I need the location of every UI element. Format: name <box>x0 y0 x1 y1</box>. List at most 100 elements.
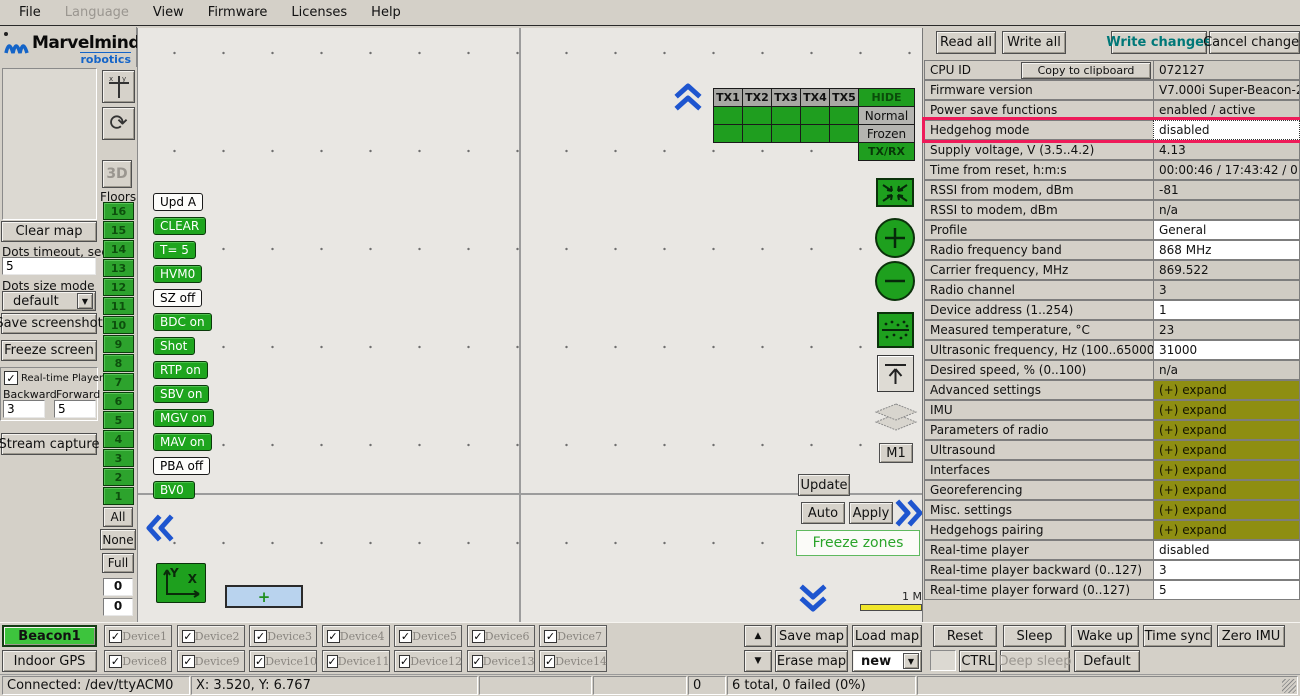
device-checkbox[interactable]: ✓ <box>254 630 267 643</box>
chevron-right-icon[interactable] <box>895 499 923 527</box>
device-toggle-device2[interactable]: ✓Device2 <box>177 625 245 647</box>
map-canvas[interactable]: Upd ACLEART= 5HVM0SZ offBDC onShotRTP on… <box>137 28 922 622</box>
device-checkbox[interactable]: ✓ <box>254 655 265 668</box>
device-checkbox[interactable]: ✓ <box>109 655 122 668</box>
apply-button[interactable]: Apply <box>849 502 893 524</box>
device-toggle-device3[interactable]: ✓Device3 <box>249 625 317 647</box>
map-toggle-hvm0[interactable]: HVM0 <box>153 265 202 283</box>
map-toggle-clear[interactable]: CLEAR <box>153 217 206 235</box>
param-value[interactable]: 31000 <box>1153 340 1300 360</box>
device-checkbox[interactable]: ✓ <box>472 630 485 643</box>
tx-cell[interactable] <box>800 106 830 125</box>
dots-timeout-input[interactable] <box>2 257 96 275</box>
param-expand-button[interactable]: (+) expand <box>1153 500 1300 520</box>
menu-item-file[interactable]: File <box>8 2 52 23</box>
floor-button-14[interactable]: 14 <box>103 240 134 258</box>
rotate-icon[interactable]: ⟳ <box>102 107 135 140</box>
param-expand-button[interactable]: (+) expand <box>1153 480 1300 500</box>
param-value[interactable]: enabled / active <box>1153 100 1300 120</box>
floor-button-7[interactable]: 7 <box>103 373 134 391</box>
write-changes-button[interactable]: Write changes <box>1111 31 1207 54</box>
map-toggle-mgv-on[interactable]: MGV on <box>153 409 214 427</box>
zoom-in-icon[interactable] <box>875 218 915 258</box>
backward-input[interactable] <box>3 400 45 418</box>
floors-all-button[interactable]: All <box>103 507 133 527</box>
device-checkbox[interactable]: ✓ <box>327 655 338 668</box>
device-toggle-device4[interactable]: ✓Device4 <box>322 625 390 647</box>
floor-button-15[interactable]: 15 <box>103 221 134 239</box>
device-toggle-device8[interactable]: ✓Device8 <box>104 650 172 672</box>
read-all-button[interactable]: Read all <box>936 31 996 54</box>
ctrl-button[interactable]: CTRL <box>959 650 997 672</box>
tx-header-tx4[interactable]: TX4 <box>800 88 830 107</box>
param-expand-button[interactable]: (+) expand <box>1153 460 1300 480</box>
tx-header-tx2[interactable]: TX2 <box>742 88 772 107</box>
param-value[interactable]: disabled <box>1153 120 1300 140</box>
param-value[interactable]: 869.522 <box>1153 260 1300 280</box>
floor-button-10[interactable]: 10 <box>103 316 134 334</box>
device-toggle-device5[interactable]: ✓Device5 <box>394 625 462 647</box>
map-toggle-rtp-on[interactable]: RTP on <box>153 361 208 379</box>
zero-imu-button[interactable]: Zero IMU <box>1217 625 1285 647</box>
map-toggle-mav-on[interactable]: MAV on <box>153 433 212 451</box>
write-all-button[interactable]: Write all <box>1002 31 1066 54</box>
map-toggle-t-5[interactable]: T= 5 <box>153 241 196 259</box>
floor-button-2[interactable]: 2 <box>103 468 134 486</box>
floors-full-button[interactable]: Full <box>102 553 134 573</box>
param-value[interactable]: 5 <box>1153 580 1300 600</box>
dots-display-icon[interactable] <box>877 312 914 348</box>
fit-to-screen-icon[interactable] <box>876 178 914 207</box>
param-value[interactable]: V7.000i Super-Beacon-2 <box>1153 80 1300 100</box>
device-toggle-device9[interactable]: ✓Device9 <box>177 650 245 672</box>
map-select[interactable]: new ▼ <box>852 650 922 672</box>
chevron-up-icon[interactable] <box>674 83 702 111</box>
device-checkbox[interactable]: ✓ <box>399 630 412 643</box>
erase-map-button[interactable]: Erase map <box>775 650 848 672</box>
forward-input[interactable] <box>54 400 96 418</box>
floor-button-11[interactable]: 11 <box>103 297 134 315</box>
scroll-up-button[interactable]: ▲ <box>744 625 772 647</box>
wake-up-button[interactable]: Wake up <box>1071 625 1139 647</box>
tx-cell[interactable] <box>713 124 743 143</box>
menu-item-firmware[interactable]: Firmware <box>197 2 279 23</box>
param-value[interactable]: 4.13 <box>1153 140 1300 160</box>
floor-button-3[interactable]: 3 <box>103 449 134 467</box>
floors-none-button[interactable]: None <box>100 529 136 550</box>
tx-cell[interactable] <box>829 124 859 143</box>
chevron-down-icon[interactable] <box>799 584 827 612</box>
map-toggle-bv0[interactable]: BV0 <box>153 481 195 499</box>
param-value[interactable]: n/a <box>1153 360 1300 380</box>
3d-button[interactable]: 3D <box>102 160 132 188</box>
cancel-changes-button[interactable]: Cancel changes <box>1209 31 1300 54</box>
device-checkbox[interactable]: ✓ <box>182 630 195 643</box>
device-checkbox[interactable]: ✓ <box>472 655 483 668</box>
device-checkbox[interactable]: ✓ <box>544 655 555 668</box>
deep-sleep-button[interactable]: Deep sleep <box>1000 650 1070 672</box>
floor-button-6[interactable]: 6 <box>103 392 134 410</box>
param-value[interactable]: -81 <box>1153 180 1300 200</box>
tx-row-frozen[interactable]: Frozen <box>858 124 915 143</box>
menu-item-licenses[interactable]: Licenses <box>280 2 358 23</box>
save-screenshot-button[interactable]: Save screenshot <box>1 313 97 334</box>
scroll-down-button[interactable]: ▼ <box>744 650 772 672</box>
floor-counter-2[interactable]: 0 <box>103 598 133 616</box>
floor-button-5[interactable]: 5 <box>103 411 134 429</box>
tx-header-tx1[interactable]: TX1 <box>713 88 743 107</box>
tx-row-normal[interactable]: Normal <box>858 106 915 125</box>
tx-cell[interactable] <box>742 124 772 143</box>
param-expand-button[interactable]: (+) expand <box>1153 400 1300 420</box>
param-expand-button[interactable]: (+) expand <box>1153 380 1300 400</box>
floor-counter-1[interactable]: 0 <box>103 578 133 596</box>
layers-icon[interactable] <box>874 402 918 436</box>
auto-button[interactable]: Auto <box>801 502 845 524</box>
xy-axes-icon[interactable]: xy <box>102 70 135 103</box>
submit-map-icon[interactable] <box>877 355 914 392</box>
map-toggle-upd-a[interactable]: Upd A <box>153 193 203 211</box>
menu-item-view[interactable]: View <box>142 2 195 23</box>
realtime-player-checkbox[interactable]: ✓ <box>4 371 18 385</box>
param-value[interactable]: 3 <box>1153 560 1300 580</box>
param-value[interactable]: 1 <box>1153 300 1300 320</box>
load-map-button[interactable]: Load map <box>852 625 922 647</box>
tx-cell[interactable] <box>829 106 859 125</box>
tx-cell[interactable] <box>800 124 830 143</box>
